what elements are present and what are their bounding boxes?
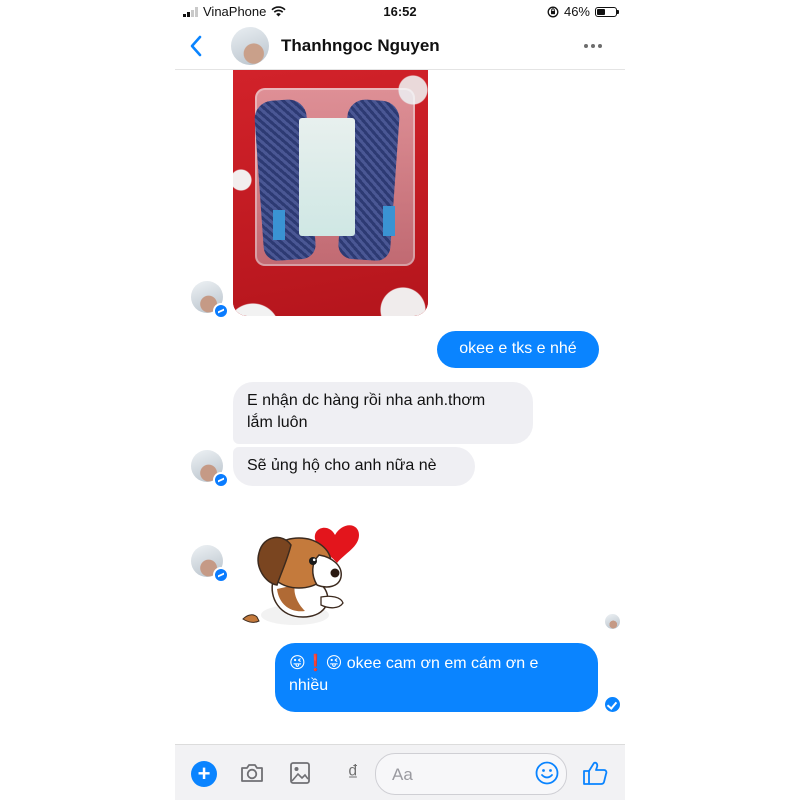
message-line: nhiều — [289, 677, 329, 694]
message-input[interactable] — [390, 763, 524, 787]
contact-avatar[interactable] — [231, 27, 269, 65]
more-dots-icon[interactable] — [581, 37, 605, 55]
battery-percent: 46% — [563, 4, 590, 19]
camera-icon[interactable] — [237, 758, 267, 788]
messenger-badge-icon — [213, 303, 229, 319]
dong-icon[interactable]: ₫ — [338, 761, 368, 791]
incoming-message[interactable]: Sẽ ủng hộ cho anh nữa nè — [233, 447, 475, 486]
contact-name[interactable]: Thanhngoc Nguyen — [281, 36, 440, 56]
message-input-box[interactable] — [375, 753, 567, 795]
gallery-icon[interactable] — [285, 758, 315, 788]
photo-message[interactable] — [233, 70, 428, 316]
photo-label-left — [273, 210, 285, 240]
message-line: E nhận dc hàng rồi nha anh.thơm — [247, 392, 486, 409]
message-line: 😜❗😜 okee cam ơn em cám ơn e — [289, 655, 539, 672]
emoji-icon[interactable] — [534, 760, 560, 786]
plus-icon[interactable]: + — [191, 761, 217, 787]
incoming-message[interactable]: E nhận dc hàng rồi nha anh.thơm lắm luôn — [233, 382, 533, 444]
outgoing-message[interactable]: okee e tks e nhé — [437, 331, 599, 368]
puppy-heart-sticker[interactable] — [233, 505, 363, 630]
delivered-check-icon — [605, 697, 620, 712]
read-receipt-avatar — [605, 614, 620, 629]
thumbs-up-icon[interactable] — [580, 758, 610, 788]
status-right: 46% — [547, 4, 619, 19]
outgoing-message[interactable]: 😜❗😜 okee cam ơn em cám ơn e nhiều — [275, 643, 598, 712]
back-chevron-icon[interactable] — [185, 33, 209, 59]
messenger-badge-icon — [213, 567, 229, 583]
message-line: lắm luôn — [247, 414, 308, 431]
photo-label-right — [383, 206, 395, 236]
orientation-lock-icon — [547, 6, 559, 17]
status-bar: VinaPhone 16:52 46% — [175, 0, 625, 24]
photo-pack-middle — [299, 118, 355, 236]
battery-icon — [595, 6, 619, 17]
messenger-screen: VinaPhone 16:52 46% Thanhngoc Nguyen oke… — [175, 0, 625, 800]
messenger-badge-icon — [213, 472, 229, 488]
chat-header: Thanhngoc Nguyen — [175, 24, 625, 70]
composer-bar: + ₫ — [175, 744, 625, 800]
battery-level — [597, 8, 606, 15]
